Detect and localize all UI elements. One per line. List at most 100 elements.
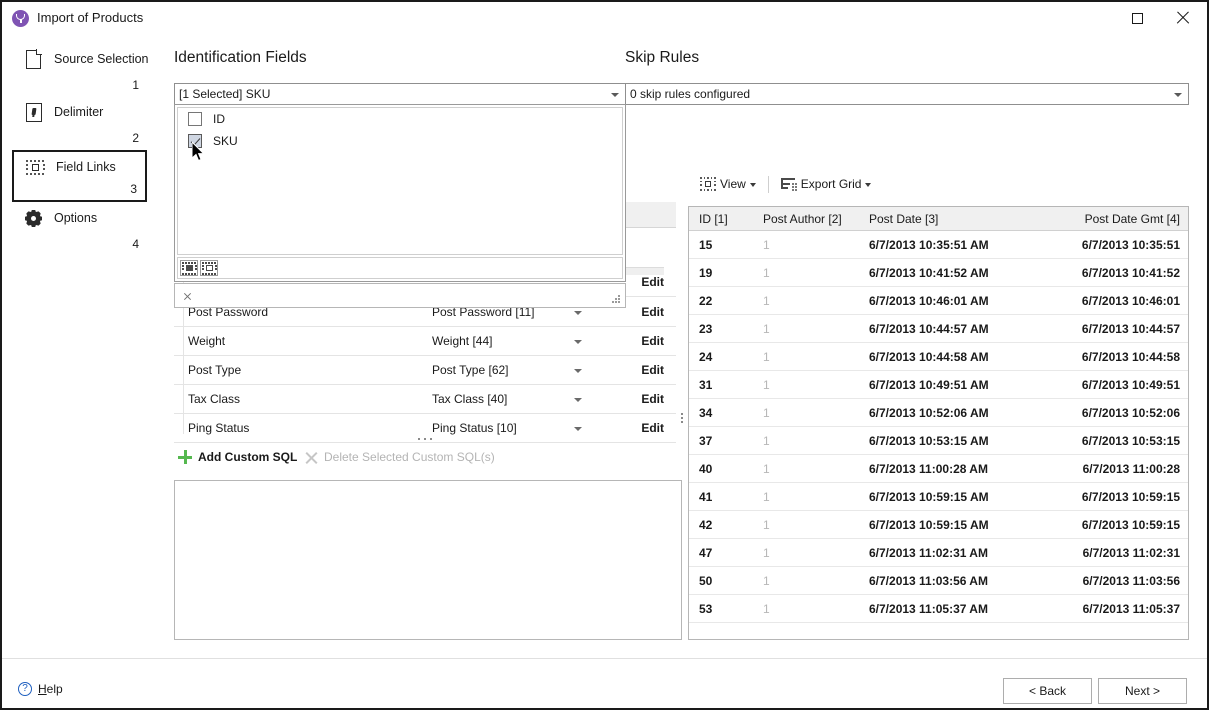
table-row[interactable]: Tax Class Tax Class [40] Edit xyxy=(174,385,676,414)
view-button[interactable]: View xyxy=(694,175,762,193)
cell-date: 6/7/2013 10:46:01 AM xyxy=(869,294,989,308)
cell-date: 6/7/2013 10:59:15 AM xyxy=(869,490,989,504)
cell-author: 1 xyxy=(763,266,770,280)
window-title: Import of Products xyxy=(37,10,143,25)
table-row[interactable]: Post Type Post Type [62] Edit xyxy=(174,356,676,385)
field-name: Weight xyxy=(188,334,225,348)
sidebar-item-source-selection[interactable]: Source Selection 1 xyxy=(12,44,147,96)
edit-link[interactable]: Edit xyxy=(641,421,664,435)
help-accelerator: H xyxy=(38,682,47,696)
cell-date: 6/7/2013 11:02:31 AM xyxy=(869,546,988,560)
select-none-icon[interactable] xyxy=(200,260,218,276)
sidebar-item-options[interactable]: Options 4 xyxy=(12,203,147,255)
edit-link[interactable]: Edit xyxy=(641,275,664,289)
table-row[interactable]: 3116/7/2013 10:49:51 AM6/7/2013 10:49:51 xyxy=(689,371,1188,399)
edit-link[interactable]: Edit xyxy=(641,334,664,348)
identification-fields-option-list[interactable]: ID SKU xyxy=(177,107,623,255)
export-grid-button[interactable]: Export Grid xyxy=(775,175,878,193)
table-row[interactable]: 4116/7/2013 10:59:15 AM6/7/2013 10:59:15 xyxy=(689,483,1188,511)
option-label: SKU xyxy=(213,134,238,148)
sidebar-item-delimiter[interactable]: Delimiter 2 xyxy=(12,97,147,149)
sidebar-item-field-links[interactable]: Field Links 3 xyxy=(12,150,147,202)
resize-grip[interactable] xyxy=(612,295,621,304)
table-row[interactable]: 4716/7/2013 11:02:31 AM6/7/2013 11:02:31 xyxy=(689,539,1188,567)
cell-author: 1 xyxy=(763,350,770,364)
maximize-button[interactable] xyxy=(1114,2,1160,34)
chevron-down-icon[interactable] xyxy=(574,398,582,402)
table-row[interactable]: 2416/7/2013 10:44:58 AM6/7/2013 10:44:58 xyxy=(689,343,1188,371)
data-grid-header: ID [1] Post Author [2] Post Date [3] Pos… xyxy=(689,207,1188,231)
delete-custom-sql-label: Delete Selected Custom SQL(s) xyxy=(324,450,495,464)
clear-filter-icon[interactable] xyxy=(183,292,191,300)
checkbox-unchecked-icon[interactable] xyxy=(188,112,202,126)
table-row[interactable]: 4016/7/2013 11:00:28 AM6/7/2013 11:00:28 xyxy=(689,455,1188,483)
page-icon xyxy=(24,50,44,70)
select-all-icon[interactable] xyxy=(180,260,198,276)
chevron-down-icon[interactable] xyxy=(574,340,582,344)
cell-id: 23 xyxy=(699,322,712,336)
wizard-steps-sidebar: Source Selection 1 Delimiter 2 Field Lin… xyxy=(2,38,159,658)
help-link[interactable]: ? Help xyxy=(18,682,63,696)
sidebar-item-step: 1 xyxy=(132,78,139,92)
cell-date: 6/7/2013 10:41:52 AM xyxy=(869,266,989,280)
table-row[interactable]: 2316/7/2013 10:44:57 AM6/7/2013 10:44:57 xyxy=(689,315,1188,343)
table-row[interactable]: 5016/7/2013 11:03:56 AM6/7/2013 11:03:56 xyxy=(689,567,1188,595)
cell-date: 6/7/2013 11:03:56 AM xyxy=(869,574,988,588)
x-mark-icon xyxy=(305,451,318,464)
cell-author: 1 xyxy=(763,238,770,252)
cell-gmt: 6/7/2013 11:03:56 xyxy=(1083,574,1180,588)
table-row[interactable]: 4216/7/2013 10:59:15 AM6/7/2013 10:59:15 xyxy=(689,511,1188,539)
back-button[interactable]: < Back xyxy=(1003,678,1092,704)
cell-gmt: 6/7/2013 11:05:37 xyxy=(1083,602,1180,616)
column-header-post-author[interactable]: Post Author [2] xyxy=(763,212,842,226)
custom-sql-list-panel[interactable] xyxy=(174,480,682,640)
chevron-down-icon[interactable] xyxy=(574,427,582,431)
chevron-down-icon[interactable] xyxy=(574,369,582,373)
checkbox-checked-icon[interactable] xyxy=(188,134,202,148)
option-item-sku[interactable]: SKU xyxy=(178,130,622,152)
toolbar-divider xyxy=(768,176,769,193)
cell-author: 1 xyxy=(763,602,770,616)
column-header-post-date-gmt[interactable]: Post Date Gmt [4] xyxy=(1085,212,1180,226)
cell-gmt: 6/7/2013 11:02:31 xyxy=(1083,546,1180,560)
table-row[interactable]: 3716/7/2013 10:53:15 AM6/7/2013 10:53:15 xyxy=(689,427,1188,455)
skip-rules-combo[interactable]: 0 skip rules configured xyxy=(625,83,1189,105)
cell-author: 1 xyxy=(763,490,770,504)
cell-id: 19 xyxy=(699,266,712,280)
edit-link[interactable]: Edit xyxy=(641,363,664,377)
edit-link[interactable]: Edit xyxy=(641,392,664,406)
table-row[interactable]: 1516/7/2013 10:35:51 AM6/7/2013 10:35:51 xyxy=(689,231,1188,259)
cell-gmt: 6/7/2013 10:35:51 xyxy=(1082,238,1180,252)
cell-author: 1 xyxy=(763,462,770,476)
identification-fields-combo[interactable]: [1 Selected] SKU xyxy=(174,83,626,105)
table-row[interactable]: 53 1 6/7/2013 11:05:37 AM 6/7/2013 11:05:37 xyxy=(689,595,1188,623)
preview-data-grid[interactable]: ID [1] Post Author [2] Post Date [3] Pos… xyxy=(688,206,1189,640)
column-header-id[interactable]: ID [1] xyxy=(699,212,728,226)
table-row[interactable]: Weight Weight [44] Edit xyxy=(174,327,676,356)
horizontal-splitter[interactable] xyxy=(174,434,676,444)
cell-author: 1 xyxy=(763,546,770,560)
cell-gmt: 6/7/2013 10:59:15 xyxy=(1082,490,1180,504)
data-grid-toolbar: View Export Grid xyxy=(694,172,877,196)
chevron-down-icon[interactable] xyxy=(574,311,582,315)
help-rest: elp xyxy=(47,682,63,696)
cell-gmt: 6/7/2013 10:41:52 xyxy=(1082,266,1180,280)
add-custom-sql-button[interactable]: Add Custom SQL xyxy=(178,450,297,464)
cell-date: 6/7/2013 11:05:37 AM xyxy=(869,602,988,616)
cell-author: 1 xyxy=(763,406,770,420)
edit-link[interactable]: Edit xyxy=(641,305,664,319)
table-row[interactable]: 2216/7/2013 10:46:01 AM6/7/2013 10:46:01 xyxy=(689,287,1188,315)
column-header-post-date[interactable]: Post Date [3] xyxy=(869,212,938,226)
cell-id: 53 xyxy=(699,602,712,616)
option-item-id[interactable]: ID xyxy=(178,108,622,130)
table-row[interactable]: 19 1 6/7/2013 10:41:52 AM 6/7/2013 10:41:52 xyxy=(689,259,1188,287)
dropdown-selection-toolbar xyxy=(177,257,623,279)
field-mapping-value: Tax Class [40] xyxy=(432,392,507,406)
table-row[interactable]: 3416/7/2013 10:52:06 AM6/7/2013 10:52:06 xyxy=(689,399,1188,427)
field-name: Tax Class xyxy=(188,392,240,406)
close-icon xyxy=(1176,11,1190,25)
close-button[interactable] xyxy=(1160,2,1206,34)
cell-gmt: 6/7/2013 10:53:15 xyxy=(1082,434,1180,448)
add-custom-sql-label: Add Custom SQL xyxy=(198,450,297,464)
next-button[interactable]: Next > xyxy=(1098,678,1187,704)
